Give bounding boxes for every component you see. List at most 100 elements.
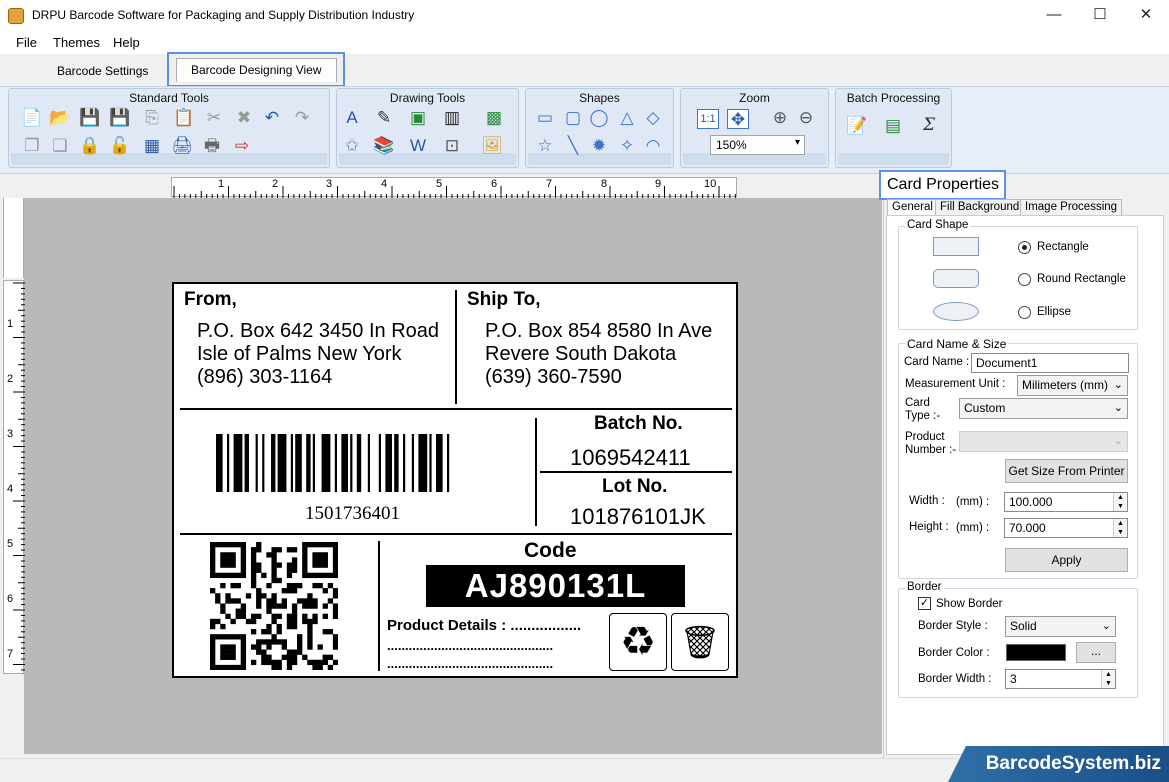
barcode-number: 1501736401 (305, 503, 400, 524)
burst-shape-icon[interactable]: ✹ (588, 135, 610, 155)
picture-icon[interactable]: ▣ (407, 107, 429, 127)
align-icon[interactable]: ⊡ (441, 135, 463, 155)
zoom-select[interactable]: 150% ▾ (710, 135, 805, 155)
library-icon[interactable]: 📚 (373, 135, 395, 155)
chevron-down-icon: ⌄ (1113, 402, 1123, 414)
batch-value: 1069542411 (570, 445, 691, 470)
get-size-from-printer-button[interactable]: Get Size From Printer (1005, 459, 1128, 483)
ruler-number: 4 (7, 483, 14, 495)
qr-code[interactable] (210, 542, 338, 670)
height-unit-label: (mm) : (956, 522, 990, 534)
maximize-button[interactable]: ☐ (1077, 0, 1123, 32)
ruler-number: 4 (381, 178, 388, 190)
ruler-number: 2 (7, 373, 14, 385)
window-title: DRPU Barcode Software for Packaging and … (32, 8, 415, 22)
round-rectangle-radio[interactable] (1018, 273, 1031, 286)
unlock-icon[interactable]: 🔓 (109, 135, 131, 155)
width-input[interactable]: 100.000 ▲ ▼ (1004, 492, 1128, 512)
border-style-select[interactable]: Solid ⌄ (1005, 616, 1116, 637)
print-icon[interactable]: 🖶 (201, 135, 223, 155)
excel-import-icon[interactable]: ▤ (882, 115, 904, 135)
fit-to-window-icon[interactable]: ✥ (727, 109, 749, 129)
send-back-icon[interactable]: ❏ (49, 135, 71, 155)
save-as-icon[interactable]: 💾 (109, 107, 131, 127)
paste-icon[interactable]: 📋 (173, 107, 195, 127)
height-input[interactable]: 70.000 ▲ ▼ (1004, 518, 1128, 538)
apply-button[interactable]: Apply (1005, 548, 1128, 572)
watermark-icon[interactable]: W (407, 135, 429, 155)
undo-icon[interactable]: ↶ (261, 107, 283, 127)
rectangle-preview (933, 237, 979, 256)
card-type-select[interactable]: Custom ⌄ (959, 398, 1128, 419)
zoom-in-icon[interactable]: ⊕ (769, 107, 791, 127)
rectangle-radio[interactable] (1018, 241, 1031, 254)
divider (180, 533, 732, 535)
app-icon (8, 8, 24, 24)
ruler-number: 10 (704, 178, 717, 190)
product-details-line: ........................................… (387, 638, 554, 653)
star4-shape-icon[interactable]: ✧ (616, 135, 638, 155)
menu-themes[interactable]: Themes (53, 35, 100, 50)
tab-barcode-settings[interactable]: Barcode Settings (43, 60, 162, 84)
show-border-checkbox[interactable]: ✓ (918, 597, 931, 610)
tab-general[interactable]: General (887, 199, 938, 216)
formula-icon[interactable]: Σ (918, 115, 940, 135)
actual-size-icon[interactable]: 1:1 (697, 109, 719, 129)
measurement-unit-select[interactable]: Milimeters (mm) ⌄ (1017, 375, 1128, 396)
lock-icon[interactable]: 🔒 (79, 135, 101, 155)
minimize-button[interactable]: — (1031, 0, 1077, 32)
tab-image-processing[interactable]: Image Processing (1020, 199, 1123, 216)
image-library-icon[interactable]: ▩ (483, 107, 505, 127)
tab-highlight (167, 52, 345, 87)
insert-image-icon[interactable]: 🖼 (481, 135, 503, 155)
ellipse-radio[interactable] (1018, 306, 1031, 319)
triangle-shape-icon[interactable]: △ (616, 107, 638, 127)
star-icon[interactable]: ☆ (534, 135, 556, 155)
pen-icon[interactable]: ✎ (373, 107, 395, 127)
ellipse-shape-icon[interactable]: ◯ (588, 107, 610, 127)
menu-bar (0, 32, 1169, 54)
tab-fill-background[interactable]: Fill Background (935, 199, 1025, 216)
export-icon[interactable]: ⇨ (231, 135, 253, 155)
spin-arrows-icon[interactable]: ▲ ▼ (1113, 519, 1127, 537)
cut-icon[interactable]: ✂ (203, 107, 225, 127)
spin-arrows-icon[interactable]: ▲ ▼ (1101, 670, 1115, 688)
text-icon[interactable]: A (341, 107, 363, 127)
copy-icon[interactable]: ⎘ (141, 107, 163, 127)
menu-help[interactable]: Help (113, 35, 140, 50)
card-name-label: Card Name : (904, 356, 970, 368)
rectangle-shape-icon[interactable]: ▭ (534, 107, 556, 127)
rectangle-label: Rectangle (1037, 241, 1089, 253)
ship-address-line: Revere South Dakota (485, 343, 677, 365)
spin-arrows-icon[interactable]: ▲ ▼ (1113, 493, 1127, 511)
barcode-icon[interactable]: ▥ (441, 107, 463, 127)
standard-tools-group: Standard Tools 📄 📂 💾 💾 ⎘ 📋 ✂ ✖ ↶ ↷ ❐ ❏ 🔒… (8, 88, 330, 168)
menu-file[interactable]: File (16, 35, 37, 50)
batch-edit-icon[interactable]: 📝 (846, 115, 868, 135)
border-color-button[interactable]: ... (1076, 642, 1116, 663)
ruler-number: 1 (218, 178, 225, 190)
border-color-swatch[interactable] (1006, 644, 1066, 661)
print-preview-icon[interactable]: 🖨 (171, 135, 193, 155)
diamond-shape-icon[interactable]: ◇ (642, 107, 664, 127)
product-number-select[interactable]: ⌄ (959, 431, 1128, 452)
close-button[interactable]: ✕ (1123, 0, 1169, 32)
batch-processing-group: Batch Processing 📝 ▤ Σ (835, 88, 952, 168)
new-icon[interactable]: 📄 (21, 107, 43, 127)
open-icon[interactable]: 📂 (49, 107, 71, 127)
redo-icon[interactable]: ↷ (291, 107, 313, 127)
rounded-rectangle-shape-icon[interactable]: ▢ (562, 107, 584, 127)
card-name-input[interactable]: Document1 (971, 353, 1129, 373)
linear-barcode[interactable] (212, 434, 492, 496)
star-shape-icon[interactable]: ✩ (341, 135, 363, 155)
delete-icon[interactable]: ✖ (233, 107, 255, 127)
zoom-out-icon[interactable]: ⊖ (795, 107, 817, 127)
border-width-input[interactable]: 3 ▲ ▼ (1005, 669, 1116, 689)
save-icon[interactable]: 💾 (79, 107, 101, 127)
bring-front-icon[interactable]: ❐ (21, 135, 43, 155)
grid-icon[interactable]: ▦ (141, 135, 163, 155)
border-width-label: Border Width : (918, 673, 992, 685)
arc-shape-icon[interactable]: ◠ (642, 135, 664, 155)
line-shape-icon[interactable]: ╲ (562, 135, 584, 155)
ship-heading: Ship To, (467, 289, 541, 310)
